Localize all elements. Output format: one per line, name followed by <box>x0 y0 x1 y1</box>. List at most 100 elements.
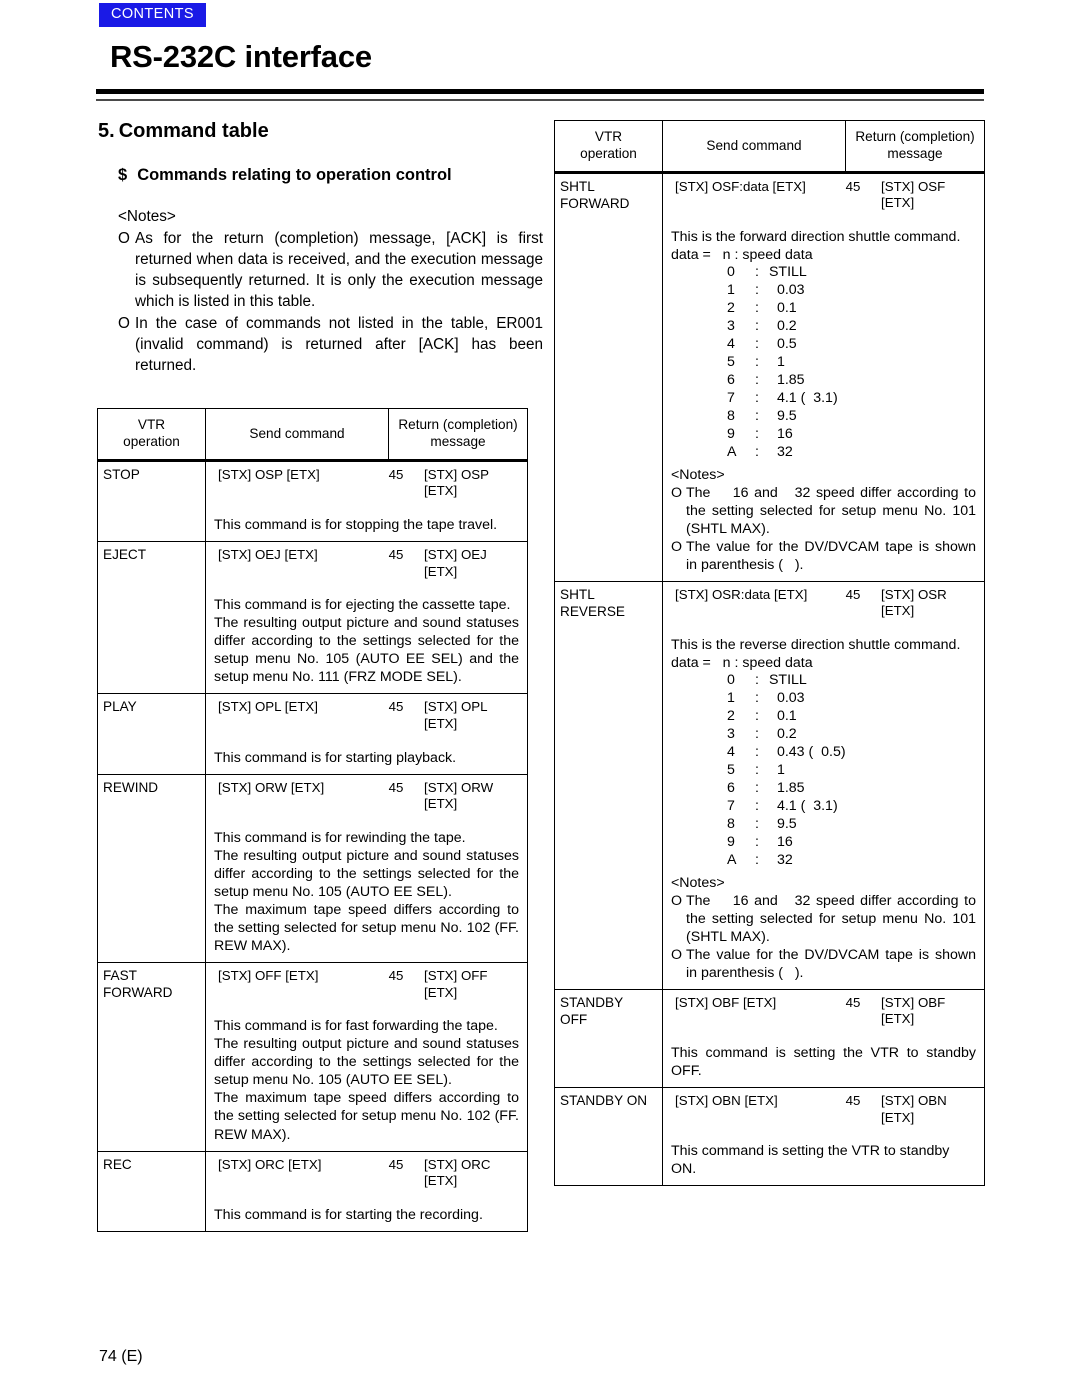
speed-value: 4.1 ( 3.1) <box>776 797 838 814</box>
arrow-icon: 45 <box>388 968 404 984</box>
speed-key: 3 <box>727 317 735 334</box>
description-line: This command is setting the VTR to stand… <box>671 1143 950 1178</box>
send-command: [STX] ORW [ETX] <box>218 779 325 795</box>
speed-item: 3:0.2 <box>671 726 976 744</box>
row-description: This command is for starting playback. <box>214 749 519 767</box>
table-header-return-message: Return (completion) message <box>846 121 984 171</box>
speed-key: 0 <box>727 264 735 281</box>
subsection-bullet-icon: $ <box>118 166 128 184</box>
speed-key: 6 <box>727 779 735 796</box>
section-number: 5. <box>98 120 115 142</box>
speed-value: 0.03 <box>776 282 805 299</box>
command-line: [STX] OSR:data [ETX] 45 [STX] OSR [ETX] <box>671 587 976 620</box>
row-note-text: The value for the DV/DVCAM tape is shown… <box>686 946 980 981</box>
row-operation: STOP <box>98 461 206 542</box>
speed-item: 1:0.03 <box>671 690 976 708</box>
command-line: [STX] OPL [ETX] 45 [STX] OPL [ETX] <box>214 699 519 732</box>
row-operation: STANDBY ON <box>555 1087 663 1186</box>
speed-key: 9 <box>727 833 735 850</box>
speed-value: 32 <box>776 851 793 868</box>
table-row: REWIND [STX] ORW [ETX] 45 [STX] ORW [ETX… <box>98 774 527 964</box>
arrow-icon: 45 <box>388 1156 404 1172</box>
speed-value: 9.5 <box>776 407 797 424</box>
command-table-left: VTR operation Send command Return (compl… <box>97 408 528 1232</box>
speed-key: 4 <box>727 335 735 352</box>
description-line: This command is for starting the recordi… <box>214 1206 483 1223</box>
table-header-row: VTR operation Send command Return (compl… <box>555 121 984 174</box>
row-note-text: The 16 and 32 speed differ according to … <box>686 892 980 945</box>
speed-key: 5 <box>727 761 735 778</box>
data-label: data = n : speed data <box>671 654 813 671</box>
subsection-heading-label: Commands relating to operation control <box>137 166 452 184</box>
speed-item: 4:0.5 <box>671 336 976 354</box>
row-description: This is the reverse direction shuttle co… <box>671 636 976 672</box>
arrow-icon: 45 <box>388 779 404 795</box>
arrow-icon: 45 <box>845 1092 861 1108</box>
speed-value: 32 <box>776 443 793 460</box>
speed-key: 7 <box>727 389 735 406</box>
row-body: [STX] OSP [ETX] 45 [STX] OSP [ETX] This … <box>206 462 527 541</box>
speed-value: 0.03 <box>776 689 805 706</box>
return-message: [STX] OSR [ETX] <box>881 586 947 619</box>
row-operation: REC <box>98 1151 206 1231</box>
send-command: [STX] OBF [ETX] <box>675 994 777 1010</box>
table-header-vtr-line2: operation <box>123 434 180 450</box>
description-line: This command is for stopping the tape tr… <box>214 517 498 533</box>
speed-item: A:32 <box>671 444 976 462</box>
command-line: [STX] ORC [ETX] 45 [STX] ORC [ETX] <box>214 1157 519 1190</box>
arrow-icon: 45 <box>845 586 861 602</box>
speed-value: 0.1 <box>776 299 797 316</box>
speed-value: 16 <box>776 833 793 850</box>
row-description: This command is for starting the recordi… <box>214 1206 519 1224</box>
note-bullet-icon: O <box>118 229 130 247</box>
return-message: [STX] ORW [ETX] <box>424 779 494 812</box>
speed-item: 8:9.5 <box>671 408 976 426</box>
row-body: [STX] OSR:data [ETX] 45 [STX] OSR [ETX] … <box>663 582 984 989</box>
subsection-heading: $ Commands relating to operation control <box>118 166 452 185</box>
description-line: This command is setting the VTR to stand… <box>671 1044 976 1079</box>
send-command: [STX] OFF [ETX] <box>218 968 319 984</box>
table-header-return-line1: Return (completion) <box>855 129 975 144</box>
speed-item: 5:1 <box>671 354 976 372</box>
speed-value: 0.1 <box>776 707 797 724</box>
table-header-vtr-operation: VTR operation <box>555 121 663 171</box>
row-body: [STX] OBN [ETX] 45 [STX] OBN [ETX] This … <box>663 1088 984 1185</box>
speed-value: 0.2 <box>776 317 797 334</box>
return-message: [STX] ORC [ETX] <box>424 1156 491 1189</box>
table-row: EJECT [STX] OEJ [ETX] 45 [STX] OEJ [ETX]… <box>98 542 527 695</box>
speed-key: 0 <box>727 672 735 689</box>
row-note-item: O The value for the DV/DVCAM tape is sho… <box>671 946 976 982</box>
return-message: [STX] OEJ [ETX] <box>424 547 487 579</box>
return-message: [STX] OBF [ETX] <box>881 994 946 1027</box>
speed-item: 2:0.1 <box>671 300 976 318</box>
speed-key: 8 <box>727 407 735 424</box>
table-header-send-command: Send command <box>206 409 389 459</box>
description-line: The resulting output picture and sound s… <box>214 847 519 900</box>
table-header-return-line2: message <box>430 434 486 450</box>
send-command: [STX] OSF:data [ETX] <box>675 178 806 194</box>
speed-item: 6:1.85 <box>671 780 976 798</box>
arrow-icon: 45 <box>388 466 404 482</box>
row-notes: <Notes> O The 16 and 32 speed differ acc… <box>671 874 976 982</box>
contents-badge[interactable]: CONTENTS <box>99 3 206 27</box>
speed-key: A <box>727 851 737 868</box>
row-operation: FAST FORWARD <box>98 963 206 1151</box>
notes-block: <Notes> O As for the return (completion)… <box>118 207 543 377</box>
speed-item: 9:16 <box>671 834 976 852</box>
description-line: The maximum tape speed differs according… <box>214 1090 519 1143</box>
description-line: This is the forward direction shuttle co… <box>671 229 961 245</box>
notes-title: <Notes> <box>118 208 176 225</box>
speed-value: 1 <box>776 353 785 370</box>
row-description: This command is for stopping the tape tr… <box>214 516 519 534</box>
speed-value: 1 <box>776 761 785 778</box>
return-message: [STX] OSF [ETX] <box>881 178 946 211</box>
note-item: O As for the return (completion) message… <box>118 229 543 313</box>
return-message: [STX] OFF [ETX] <box>424 968 488 1000</box>
speed-item: 6:1.85 <box>671 372 976 390</box>
speed-item: 7:4.1 ( 3.1) <box>671 390 976 408</box>
description-line: The maximum tape speed differs according… <box>214 902 519 955</box>
speed-key: 3 <box>727 725 735 742</box>
speed-key: A <box>727 443 737 460</box>
speed-value: 1.85 <box>776 779 805 796</box>
table-header-return-line2: message <box>887 146 943 162</box>
